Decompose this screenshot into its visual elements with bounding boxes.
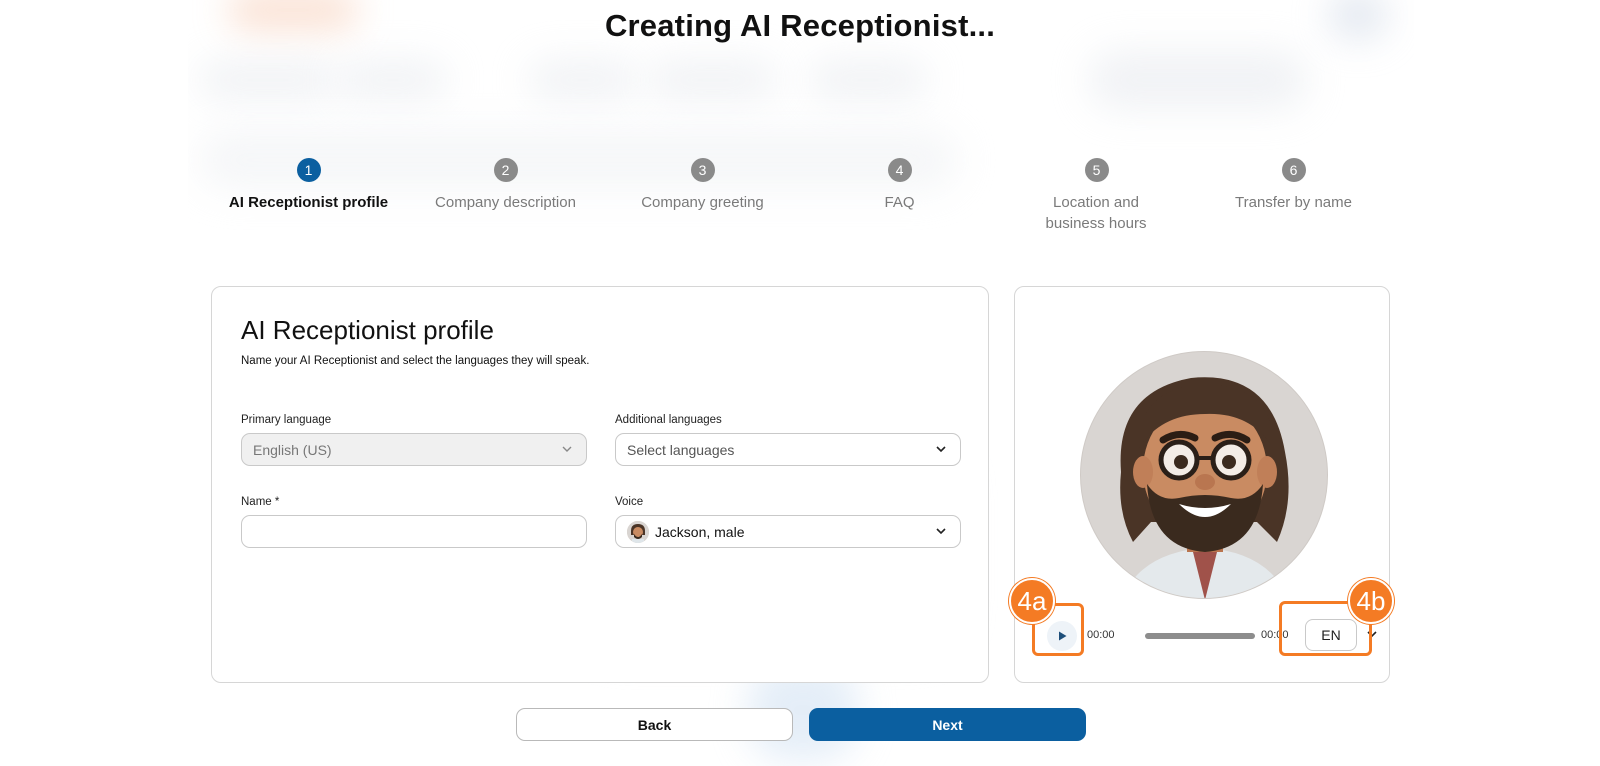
profile-card: AI Receptionist profile Name your AI Rec… [211, 286, 989, 683]
step-number: 1 [296, 158, 321, 182]
step-number: 6 [1281, 158, 1306, 182]
step-number: 2 [493, 158, 518, 182]
callout-badge-language: 4b [1348, 578, 1394, 624]
step-4[interactable]: 4 FAQ [801, 158, 998, 213]
profile-card-subtitle: Name your AI Receptionist and select the… [241, 355, 590, 367]
voice-avatar [627, 520, 649, 543]
step-label: Company description [435, 194, 576, 211]
step-label: FAQ [884, 194, 915, 211]
step-5[interactable]: 5 Location and business hours [998, 158, 1195, 234]
additional-languages-select[interactable]: Select languages [615, 433, 961, 466]
page-title: Creating AI Receptionist... [604, 8, 996, 43]
step-6[interactable]: 6 Transfer by name [1195, 158, 1392, 213]
additional-languages-label: Additional languages [615, 414, 722, 426]
step-label: AI Receptionist profile [228, 194, 389, 211]
chevron-down-icon [936, 528, 946, 535]
primary-language-label: Primary language [241, 414, 332, 426]
voice-value: Jackson, male [655, 523, 745, 540]
name-input[interactable] [241, 515, 587, 548]
voice-label: Voice [615, 496, 644, 508]
name-label: Name * [241, 496, 280, 508]
step-number: 4 [887, 158, 912, 182]
step-label: Company greeting [641, 194, 764, 211]
step-label: Transfer by name [1235, 194, 1352, 211]
step-2[interactable]: 2 Company description [407, 158, 604, 213]
step-3[interactable]: 3 Company greeting [604, 158, 801, 213]
back-button[interactable]: Back [516, 708, 793, 741]
audio-progress-bar[interactable] [1145, 633, 1255, 639]
current-time: 00:00 [1087, 629, 1115, 641]
profile-card-title: AI Receptionist profile [241, 315, 494, 345]
primary-language-value: English (US) [253, 441, 332, 458]
chevron-down-icon [562, 446, 572, 452]
step-number: 3 [690, 158, 715, 182]
primary-language-select[interactable]: English (US) [241, 433, 587, 466]
callout-badge-play: 4a [1009, 578, 1055, 624]
additional-languages-placeholder: Select languages [627, 441, 735, 458]
step-label: Location and business hours [1045, 194, 1147, 232]
next-button[interactable]: Next [809, 708, 1086, 741]
voice-select[interactable]: Jackson, male [615, 515, 961, 548]
step-1[interactable]: 1 AI Receptionist profile [210, 158, 407, 213]
chevron-down-icon [936, 446, 946, 453]
step-number: 5 [1084, 158, 1109, 182]
stepper: 1 AI Receptionist profile 2 Company desc… [210, 158, 1390, 248]
receptionist-avatar [1080, 351, 1328, 599]
